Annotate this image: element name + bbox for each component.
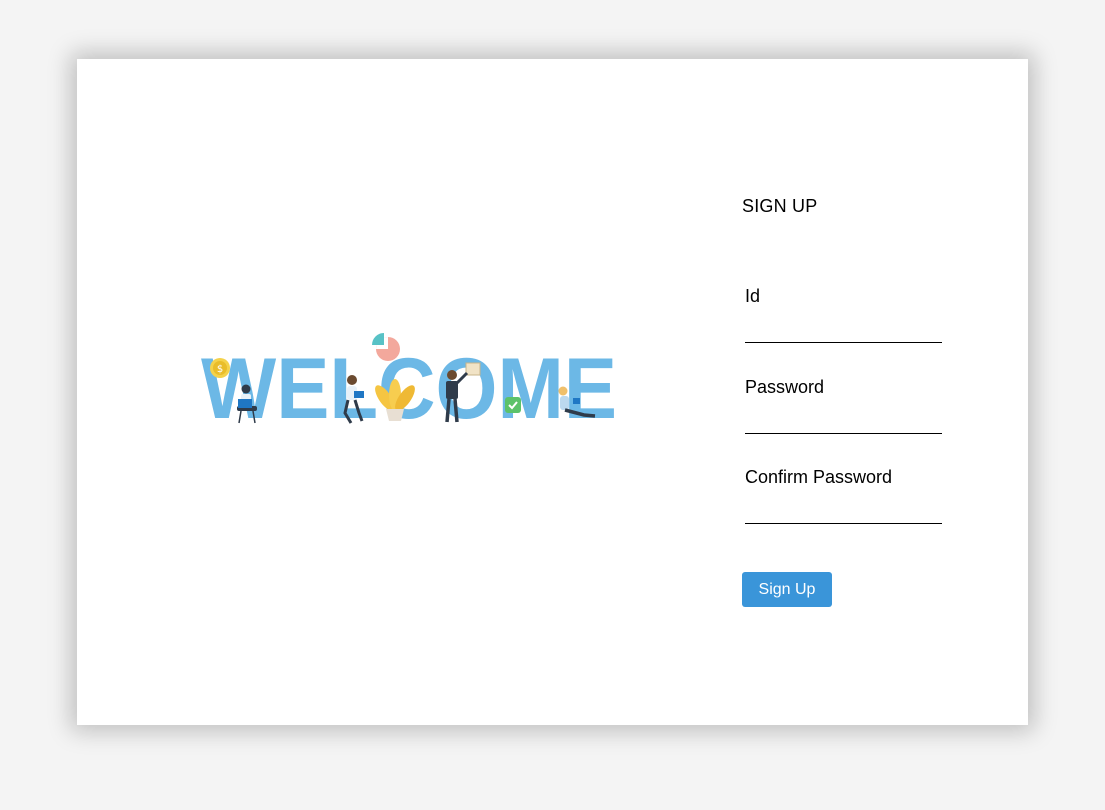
password-field: Password [745, 377, 942, 434]
svg-text:$: $ [217, 364, 223, 375]
sign-up-button[interactable]: Sign Up [742, 572, 832, 607]
welcome-illustration: WELCOME $ [201, 333, 617, 429]
password-input[interactable] [745, 410, 942, 434]
id-input[interactable] [745, 319, 942, 343]
password-label: Password [745, 377, 825, 397]
confirm-password-field: Confirm Password [745, 467, 942, 524]
welcome-text: WELCOME [201, 341, 617, 429]
id-label: Id [745, 286, 761, 306]
checkmark-icon [505, 397, 521, 413]
id-field: Id [745, 286, 942, 343]
confirm-password-label: Confirm Password [745, 467, 893, 487]
confirm-password-input[interactable] [745, 500, 942, 524]
form-title: SIGN UP [742, 196, 818, 216]
coin-icon: $ [210, 358, 230, 378]
